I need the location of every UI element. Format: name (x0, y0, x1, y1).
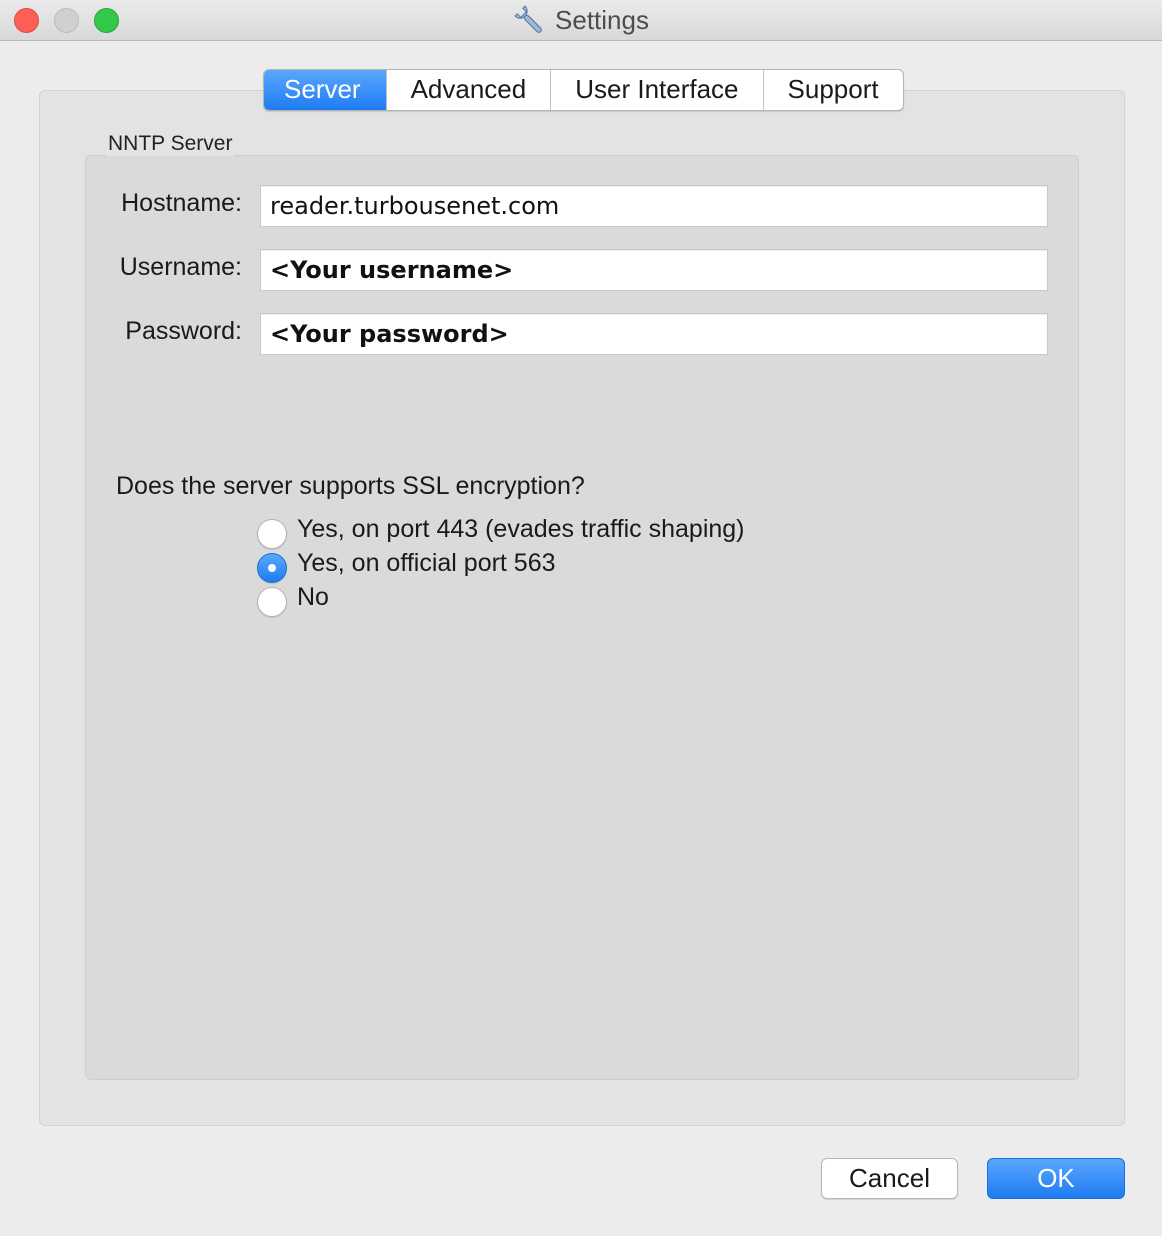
title-bar: Settings (0, 0, 1162, 41)
radio-button[interactable] (257, 519, 287, 549)
password-input[interactable] (260, 313, 1048, 355)
hostname-input[interactable] (260, 185, 1048, 227)
tab-support[interactable]: Support (764, 70, 903, 110)
username-input[interactable] (260, 249, 1048, 291)
username-label: Username: (119, 253, 242, 281)
radio-label: No (297, 582, 329, 611)
window-title-group: Settings (0, 0, 1162, 41)
nntp-server-group (85, 155, 1079, 1080)
radio-button-selected[interactable] (257, 553, 287, 583)
hostname-label: Hostname: (121, 189, 242, 217)
window-title: Settings (555, 5, 649, 35)
ok-button[interactable]: OK (987, 1158, 1125, 1199)
cancel-button[interactable]: Cancel (821, 1158, 958, 1199)
tab-server[interactable]: Server (264, 70, 387, 110)
tab-user-interface[interactable]: User Interface (551, 70, 764, 110)
wrench-icon (514, 4, 542, 33)
tab-bar: Server Advanced User Interface Support (263, 69, 904, 111)
radio-button[interactable] (257, 587, 287, 617)
radio-label: Yes, on official port 563 (297, 548, 556, 577)
password-label: Password: (125, 317, 242, 345)
ssl-option-port-563[interactable]: Yes, on official port 563 (257, 548, 556, 583)
ssl-option-port-443[interactable]: Yes, on port 443 (evades traffic shaping… (257, 514, 745, 549)
nntp-server-group-title: NNTP Server (106, 132, 235, 156)
tab-advanced[interactable]: Advanced (387, 70, 552, 110)
ssl-option-no[interactable]: No (257, 582, 329, 617)
ssl-question: Does the server supports SSL encryption? (116, 472, 585, 500)
radio-label: Yes, on port 443 (evades traffic shaping… (297, 514, 745, 543)
